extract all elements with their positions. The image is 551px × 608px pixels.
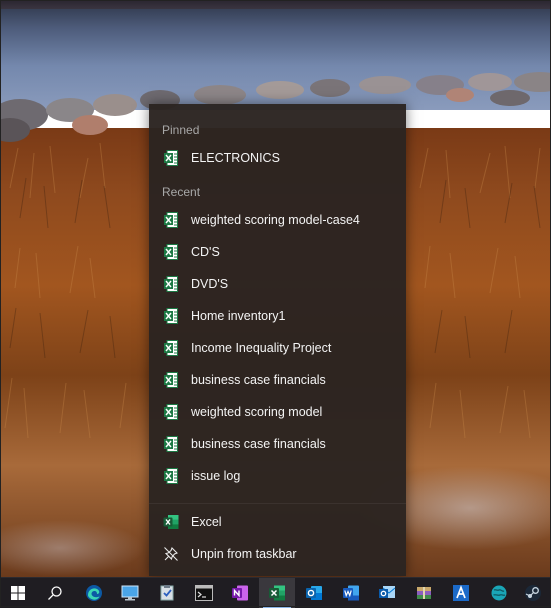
command-prompt-button[interactable] xyxy=(186,578,222,608)
search-button[interactable] xyxy=(37,578,73,608)
winrar-button[interactable] xyxy=(406,578,442,608)
outlook-icon xyxy=(306,586,322,600)
recent-item-label: business case financials xyxy=(191,373,326,387)
globe-icon xyxy=(491,585,507,601)
far-shore xyxy=(0,0,551,9)
excel-file-icon xyxy=(163,340,179,356)
command-prompt-icon xyxy=(195,585,213,601)
excel-icon xyxy=(269,585,285,601)
word-icon xyxy=(343,585,359,601)
task-unpin-from-taskbar[interactable]: Unpin from taskbar xyxy=(149,538,406,570)
excel-jump-list: Pinned ELECTRONICS Recent weighted scori… xyxy=(149,104,406,576)
task-open-excel[interactable]: Excel xyxy=(149,506,406,538)
outlook-alt-button[interactable] xyxy=(369,578,405,608)
recent-item[interactable]: business case financials xyxy=(149,364,406,396)
recent-item[interactable]: DVD'S xyxy=(149,268,406,300)
unpin-icon xyxy=(163,546,179,562)
recent-item[interactable]: business case financials xyxy=(149,428,406,460)
excel-file-icon xyxy=(163,308,179,324)
font-app-button[interactable] xyxy=(443,578,479,608)
archive-icon xyxy=(417,587,431,599)
excel-file-icon xyxy=(163,372,179,388)
font-icon xyxy=(453,585,469,601)
excel-app-icon xyxy=(163,514,179,530)
edge-icon xyxy=(86,585,102,601)
recent-item-label: Income Inequality Project xyxy=(191,341,332,355)
steam-button[interactable] xyxy=(515,578,551,608)
recent-item[interactable]: issue log xyxy=(149,460,406,492)
recent-item-label: CD'S xyxy=(191,245,220,259)
tasks-divider xyxy=(149,503,406,504)
excel-file-icon xyxy=(163,436,179,452)
recent-item-label: weighted scoring model xyxy=(191,405,323,419)
remote-desktop-icon xyxy=(121,585,139,601)
excel-file-icon xyxy=(163,212,179,228)
steam-icon xyxy=(525,585,541,601)
excel-file-icon xyxy=(163,244,179,260)
recent-item-label: Home inventory1 xyxy=(191,309,286,323)
pinned-section-label: Pinned xyxy=(162,123,200,137)
recent-item-label: DVD'S xyxy=(191,277,229,291)
excel-button[interactable] xyxy=(259,578,295,608)
excel-file-icon xyxy=(163,468,179,484)
task-unpin-label: Unpin from taskbar xyxy=(191,547,297,561)
recent-item[interactable]: CD'S xyxy=(149,236,406,268)
recent-item[interactable]: Home inventory1 xyxy=(149,300,406,332)
remote-desktop-button[interactable] xyxy=(112,578,148,608)
outlook-alt-icon xyxy=(379,586,396,598)
task-app-button[interactable] xyxy=(149,578,185,608)
excel-file-icon xyxy=(163,404,179,420)
task-excel-label: Excel xyxy=(191,515,222,529)
recent-item[interactable]: weighted scoring model xyxy=(149,396,406,428)
recent-section-label: Recent xyxy=(162,185,201,199)
start-button[interactable] xyxy=(0,578,36,608)
clipboard-check-icon xyxy=(160,585,174,601)
onenote-icon xyxy=(232,585,248,601)
search-icon xyxy=(48,586,62,600)
recent-item-label: business case financials xyxy=(191,437,326,451)
recent-item-label: issue log xyxy=(191,469,241,483)
recent-item-label: weighted scoring model-case4 xyxy=(191,213,360,227)
windows-logo-icon xyxy=(11,586,25,600)
edge-button[interactable] xyxy=(76,578,112,608)
taskbar xyxy=(0,577,551,608)
recent-item[interactable]: weighted scoring model-case4 xyxy=(149,204,406,236)
onenote-button[interactable] xyxy=(222,578,258,608)
recent-item[interactable]: Income Inequality Project xyxy=(149,332,406,364)
pinned-item-electronics[interactable]: ELECTRONICS xyxy=(149,142,406,174)
outlook-button[interactable] xyxy=(296,578,332,608)
excel-file-icon xyxy=(163,150,179,166)
word-button[interactable] xyxy=(333,578,369,608)
pinned-item-label: ELECTRONICS xyxy=(191,151,280,165)
globe-app-button[interactable] xyxy=(481,578,517,608)
excel-file-icon xyxy=(163,276,179,292)
